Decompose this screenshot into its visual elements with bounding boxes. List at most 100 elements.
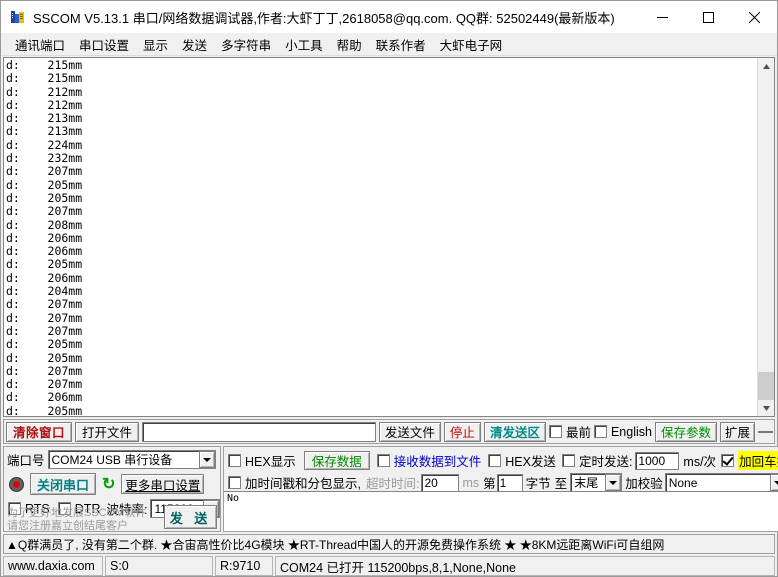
- terminal-line: d: 207mm: [6, 363, 83, 378]
- scroll-down-icon[interactable]: [758, 400, 774, 416]
- terminal-scrollbar[interactable]: [757, 58, 774, 416]
- send-button[interactable]: 发 送: [164, 505, 217, 529]
- terminal-line: d: 207mm: [6, 164, 83, 179]
- byte-to-select-arrow-icon[interactable]: [605, 474, 622, 491]
- timed-send-checkbox[interactable]: 定时发送:: [561, 451, 632, 470]
- file-path-input[interactable]: [142, 421, 376, 442]
- port-select[interactable]: COM24 USB 串行设备: [47, 450, 216, 469]
- byte-to-select-value: 末尾: [574, 476, 599, 490]
- byte-from-input[interactable]: 1: [496, 473, 523, 492]
- menu-item-display[interactable]: 显示: [136, 33, 175, 56]
- hex-display-checkbox[interactable]: HEX显示: [228, 451, 296, 470]
- terminal-output[interactable]: d: 215mm d: 215mm d: 212mm d: 212mm d: 213mm…: [4, 58, 757, 416]
- hex-send-label: HEX发送: [505, 455, 556, 469]
- topmost-label: 最前: [565, 426, 591, 440]
- scrollbar-thumb[interactable]: [758, 372, 774, 400]
- terminal-line: d: 207mm: [6, 297, 83, 312]
- ad-banner-text: ▲Q群满员了, 没有第二个群. ★合宙高性价比4G模块 ★RT-Thread中国…: [6, 537, 665, 552]
- terminal-line: d: 215mm: [6, 58, 83, 72]
- options-panel: HEX显示 保存数据 接收数据到文件 HEX发送 定时发送: 1000 ms/次: [223, 446, 778, 532]
- promo-line-1: 为了更好地发展SSCOM软件: [7, 507, 147, 519]
- extend-button[interactable]: 扩展: [719, 421, 755, 442]
- menu-item-contact-author[interactable]: 联系作者: [369, 33, 433, 56]
- topmost-checkbox-box[interactable]: [548, 425, 562, 438]
- timeout-input[interactable]: 20: [421, 473, 460, 492]
- port-select-value: COM24 USB 串行设备: [51, 453, 173, 467]
- terminal-line: d: 224mm: [6, 137, 83, 152]
- scroll-up-icon[interactable]: [758, 58, 774, 74]
- byte-from-label: 第: [483, 477, 496, 491]
- open-file-button[interactable]: 打开文件: [75, 421, 140, 442]
- terminal-line: d: 206mm: [6, 270, 83, 285]
- menu-item-tools[interactable]: 小工具: [278, 33, 330, 56]
- crlf-label: 加回车换行: [738, 451, 778, 470]
- terminal-line: d: 206mm: [6, 244, 83, 259]
- menu-bar: 通讯端口 串口设置 显示 发送 多字符串 小工具 帮助 联系作者 大虾电子网: [1, 33, 777, 56]
- terminal-line: d: 213mm: [6, 111, 83, 126]
- byte-to-select[interactable]: 末尾: [570, 473, 623, 492]
- sscom-window: SSCOM V5.13.1 串口/网络数据调试器,作者:大虾丁丁,2618058…: [0, 0, 778, 577]
- timestamp-label: 加时间戳和分包显示,: [245, 477, 361, 491]
- menu-item-send[interactable]: 发送: [175, 33, 214, 56]
- promo-line-2: 请您注册嘉立创结尾客户: [7, 519, 128, 532]
- settings-area: 端口号 COM24 USB 串行设备 关闭串口 ↻ 更多串口设置 RTS DTR…: [3, 446, 778, 532]
- checksum-select[interactable]: None: [664, 473, 778, 492]
- terminal-line: d: 215mm: [6, 71, 83, 86]
- menu-item-port-settings[interactable]: 串口设置: [72, 33, 136, 56]
- terminal-line: d: 207mm: [6, 204, 83, 219]
- send-textarea[interactable]: No: [224, 491, 778, 531]
- terminal-line: d: 205mm: [6, 337, 83, 352]
- ad-banner[interactable]: ▲Q群满员了, 没有第二个群. ★合宙高性价比4G模块 ★RT-Thread中国…: [3, 534, 775, 554]
- menu-item-daxia-web[interactable]: 大虾电子网: [433, 33, 510, 56]
- english-label: English: [610, 424, 652, 439]
- port-panel: 端口号 COM24 USB 串行设备 关闭串口 ↻ 更多串口设置 RTS DTR…: [3, 446, 221, 532]
- timeout-unit-label: ms: [462, 475, 480, 490]
- recv-to-file-label: 接收数据到文件: [393, 455, 482, 469]
- terminal-line: d: 206mm: [6, 230, 83, 245]
- stop-button[interactable]: 停止: [443, 421, 481, 442]
- recv-to-file-checkbox-box[interactable]: [376, 454, 390, 467]
- close-port-button[interactable]: 关闭串口: [30, 473, 97, 495]
- send-file-button[interactable]: 发送文件: [378, 421, 441, 442]
- english-checkbox-box[interactable]: [593, 425, 607, 438]
- status-website[interactable]: www.daxia.com: [3, 556, 103, 576]
- maximize-button[interactable]: [685, 1, 731, 33]
- menu-item-help[interactable]: 帮助: [330, 33, 369, 56]
- checksum-label: 加校验: [625, 477, 663, 491]
- hex-send-checkbox-box[interactable]: [488, 454, 502, 467]
- port-select-arrow-icon[interactable]: [198, 451, 215, 468]
- crlf-checkbox-box[interactable]: [721, 454, 735, 467]
- interval-input[interactable]: 1000: [635, 451, 680, 470]
- more-port-settings-button[interactable]: 更多串口设置: [121, 474, 205, 494]
- timestamp-checkbox[interactable]: 加时间戳和分包显示,: [228, 473, 361, 492]
- checksum-select-value: None: [668, 475, 698, 490]
- refresh-icon[interactable]: ↻: [102, 476, 115, 492]
- menu-item-multi-string[interactable]: 多字符串: [214, 33, 278, 56]
- port-status-led-icon: [9, 476, 24, 492]
- clear-window-button[interactable]: 清除窗口: [6, 421, 73, 442]
- timeout-label: 超时时间:: [365, 477, 420, 491]
- menu-item-comm-port[interactable]: 通讯端口: [8, 33, 72, 56]
- save-params-button[interactable]: 保存参数: [654, 421, 717, 442]
- english-checkbox[interactable]: English: [593, 424, 652, 439]
- clear-send-button[interactable]: 清发送区: [483, 421, 546, 442]
- status-sent-count: S:0: [105, 556, 213, 576]
- terminal-line: d: 205mm: [6, 403, 83, 416]
- interval-unit-label: ms/次: [683, 455, 717, 469]
- byte-label: 字节: [525, 477, 551, 491]
- terminal-line: d: 232mm: [6, 151, 83, 166]
- hex-display-checkbox-box[interactable]: [228, 454, 241, 467]
- checksum-select-arrow-icon[interactable]: [769, 474, 778, 491]
- close-button[interactable]: [731, 1, 777, 33]
- minimize-button[interactable]: [639, 1, 685, 33]
- timed-send-checkbox-box[interactable]: [561, 454, 575, 467]
- collapse-icon[interactable]: —: [758, 424, 773, 439]
- hex-send-checkbox[interactable]: HEX发送: [488, 451, 556, 470]
- crlf-checkbox[interactable]: 加回车换行: [721, 451, 778, 470]
- registration-promo: 为了更好地发展SSCOM软件 请您注册嘉立创结尾客户: [7, 507, 157, 532]
- save-data-button[interactable]: 保存数据: [303, 451, 370, 470]
- terminal-line: d: 206mm: [6, 390, 83, 405]
- topmost-checkbox[interactable]: 最前: [548, 422, 591, 441]
- recv-to-file-checkbox[interactable]: 接收数据到文件: [376, 451, 482, 470]
- timestamp-checkbox-box[interactable]: [228, 476, 241, 489]
